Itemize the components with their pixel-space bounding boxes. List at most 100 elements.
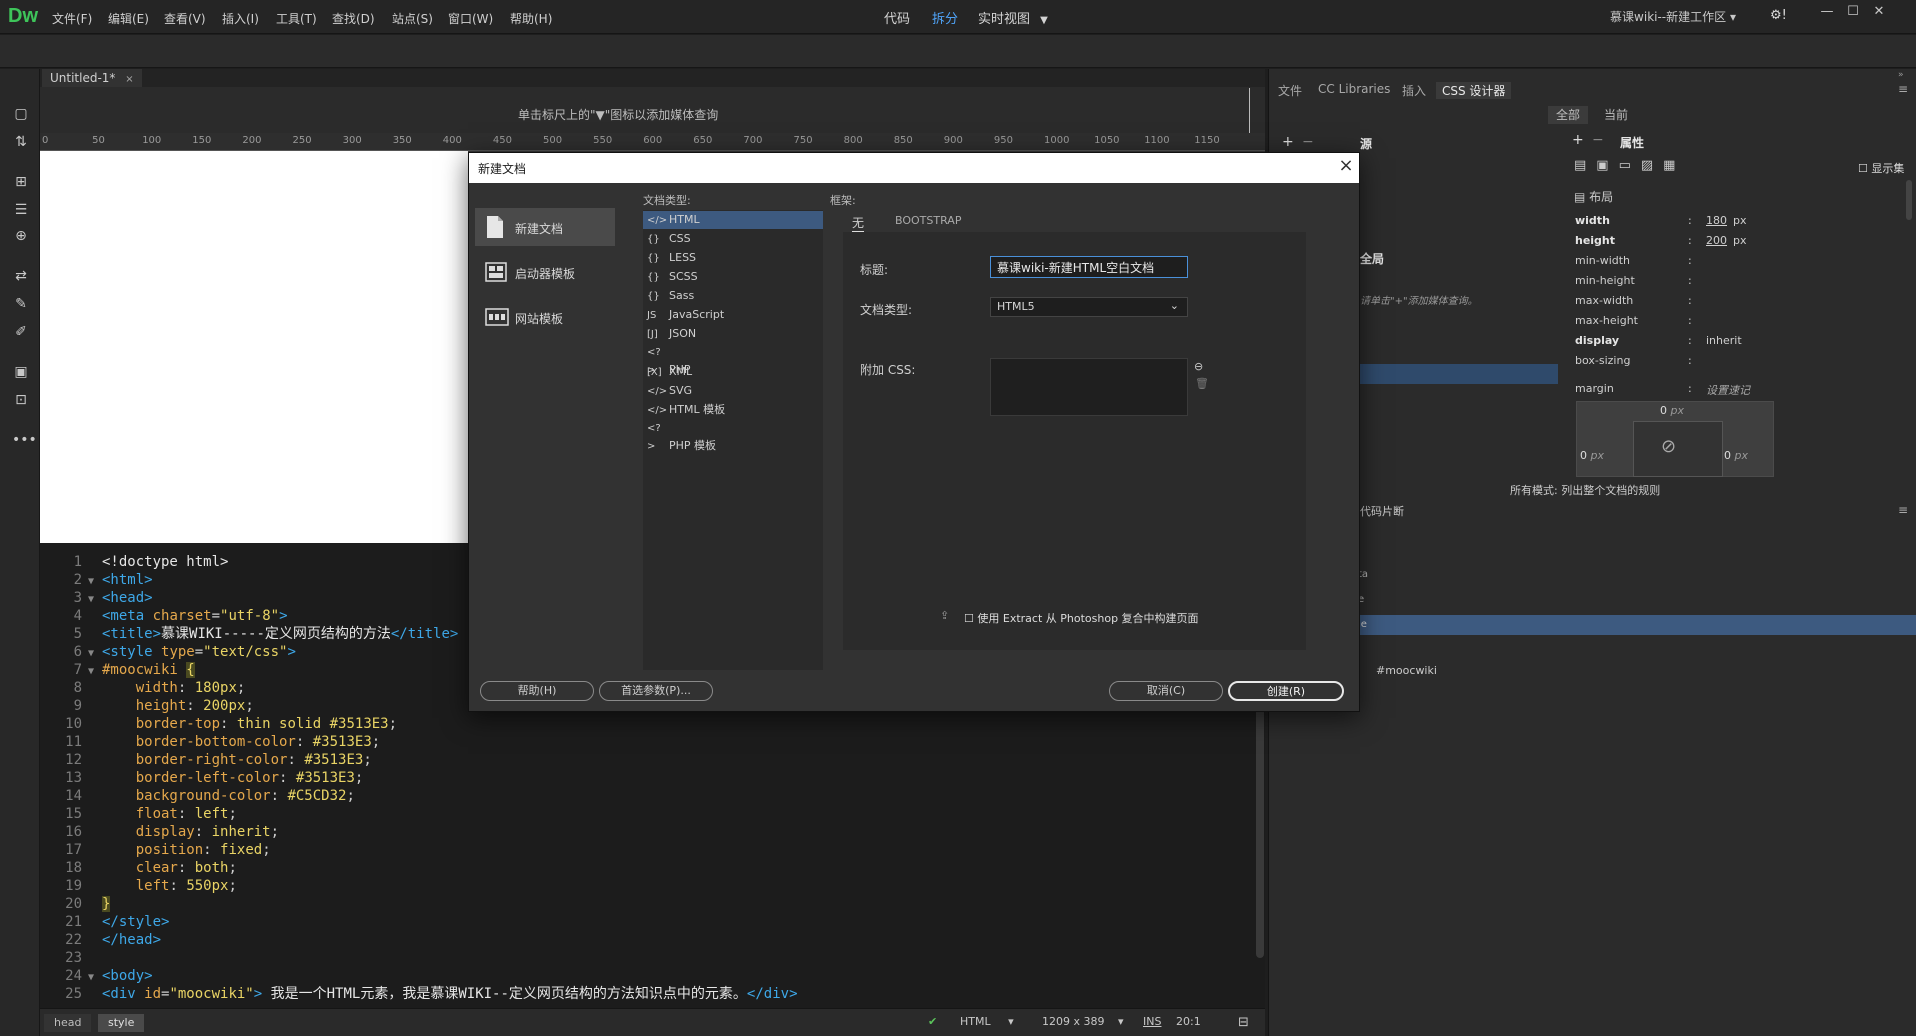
menu-item[interactable]: 编辑(E)	[108, 10, 149, 27]
doctype-item[interactable]: {} Sass	[643, 287, 823, 305]
margin-right-value[interactable]: 0 px	[1724, 449, 1748, 462]
code-line[interactable]: 12 border-right-color: #3513E3;	[40, 751, 372, 769]
close-window-button[interactable]: ✕	[1868, 4, 1890, 22]
category-starter-templates[interactable]: 启动器模板	[475, 253, 615, 291]
snippet-item[interactable]: #moocwiki	[1376, 664, 1437, 677]
link-css-icon[interactable]: ⊖	[1194, 360, 1203, 373]
prop-width-value[interactable]: 180 px	[1706, 214, 1747, 227]
tab-insert[interactable]: 插入	[1402, 82, 1426, 99]
split-view-button[interactable]: 拆分	[932, 8, 958, 27]
margin-shorthand-hint[interactable]: 设置速记	[1706, 382, 1750, 398]
menu-item[interactable]: 插入(I)	[222, 10, 259, 27]
design-view[interactable]	[40, 151, 468, 543]
add-property-icon[interactable]: +	[1572, 132, 1584, 148]
document-tab[interactable]: Untitled-1* ×	[42, 69, 142, 87]
attach-css-list[interactable]	[990, 358, 1188, 416]
minimize-button[interactable]: —	[1816, 4, 1838, 22]
subtab-current[interactable]: 当前	[1596, 106, 1636, 124]
code-line[interactable]: 24 ▼ <body>	[40, 967, 152, 985]
menu-item[interactable]: 查找(D)	[332, 10, 375, 27]
code-line[interactable]: 3 ▼ <head>	[40, 589, 153, 607]
margin-top-value[interactable]: 0 px	[1660, 404, 1684, 417]
brush-icon[interactable]: ✐	[12, 324, 30, 342]
code-line[interactable]: 6 ▼ <style type="text/css">	[40, 643, 296, 661]
code-line[interactable]: 7 ▼ #moocwiki {	[40, 661, 195, 679]
selected-snippet-row[interactable]	[1356, 615, 1916, 635]
doctype-item[interactable]: {} LESS	[643, 249, 823, 267]
category-new-document[interactable]: 新建文档	[475, 208, 615, 246]
breadcrumb-head[interactable]: head	[44, 1014, 92, 1032]
code-line[interactable]: 2 ▼ <html>	[40, 571, 153, 589]
remove-source-icon[interactable]: −	[1302, 134, 1314, 150]
doctype-item[interactable]: </> HTML 模板	[643, 401, 823, 419]
code-line[interactable]: 15 float: left;	[40, 805, 237, 823]
inspect-icon[interactable]: ⊞	[12, 174, 30, 192]
sort-icon[interactable]: ⇅	[12, 134, 30, 152]
panel-menu-icon[interactable]: ≡	[1898, 82, 1908, 96]
remove-property-icon[interactable]: −	[1592, 132, 1604, 148]
code-line[interactable]: 16 display: inherit;	[40, 823, 279, 841]
prop-min-height-value[interactable]	[1706, 274, 1712, 287]
preview-icon[interactable]: ⊟	[1238, 1015, 1249, 1030]
prop-box-sizing-value[interactable]	[1706, 354, 1712, 367]
doctype-item[interactable]: JS JavaScript	[643, 306, 823, 324]
code-line[interactable]: 5 <title>慕课WIKI-----定义网页结构的方法</title>	[40, 625, 459, 643]
wand-icon[interactable]: ✎	[12, 296, 30, 314]
code-line[interactable]: 4 <meta charset="utf-8">	[40, 607, 288, 625]
code-line[interactable]: 10 border-top: thin solid #3513E3;	[40, 715, 397, 733]
live-view-button[interactable]: 实时视图 ▼	[978, 8, 1048, 27]
prop-height-value[interactable]: 200 px	[1706, 234, 1747, 247]
code-line[interactable]: 11 border-bottom-color: #3513E3;	[40, 733, 380, 751]
subtab-all[interactable]: 全部	[1548, 106, 1589, 124]
code-line[interactable]: 22 </head>	[40, 931, 161, 949]
global-media-item[interactable]: 全局	[1360, 250, 1384, 267]
extract-checkbox[interactable]: ☐ 使用 Extract 从 Photoshop 复合中构建页面	[964, 610, 1199, 626]
menu-item[interactable]: 帮助(H)	[510, 10, 552, 27]
tab-files[interactable]: 文件	[1278, 82, 1302, 99]
code-line[interactable]: 14 background-color: #C5CD32;	[40, 787, 355, 805]
code-line[interactable]: 25 <div id="moocwiki"> 我是一个HTML元素，我是慕课WIK…	[40, 985, 797, 1003]
collapse-icon[interactable]: »	[1898, 70, 1904, 80]
window-size-select[interactable]: 1209 x 389 ▾	[1042, 1015, 1124, 1028]
link-icon[interactable]: ⊘	[1661, 436, 1676, 457]
property-category-icons[interactable]: ▤▣▭▨▦	[1574, 158, 1685, 173]
selected-selector-row[interactable]	[1356, 364, 1558, 384]
doctype-item[interactable]: [J] JSON	[643, 325, 823, 343]
menu-item[interactable]: 查看(V)	[164, 10, 206, 27]
menu-item[interactable]: 窗口(W)	[448, 10, 493, 27]
code-line[interactable]: 13 border-left-color: #3513E3;	[40, 769, 363, 787]
menu-item[interactable]: 工具(T)	[276, 10, 317, 27]
workspace-switcher[interactable]: 慕课wiki--新建工作区 ▾	[1610, 8, 1736, 25]
show-set-checkbox[interactable]: ☐ 显示集	[1858, 160, 1904, 176]
file-icon[interactable]: ▢	[12, 106, 30, 124]
insert-mode[interactable]: INS	[1143, 1015, 1161, 1028]
doctype-item[interactable]: {} SCSS	[643, 268, 823, 286]
list-icon[interactable]: ☰	[12, 202, 30, 220]
add-source-icon[interactable]: +	[1282, 134, 1294, 150]
maximize-button[interactable]: ☐	[1842, 4, 1864, 22]
expand-icon[interactable]: ⇄	[12, 268, 30, 286]
frame-tab-none[interactable]: 无	[852, 214, 865, 232]
code-line[interactable]: 21 </style>	[40, 913, 169, 931]
prop-min-width-value[interactable]	[1706, 254, 1712, 267]
code-line[interactable]: 20}	[40, 895, 111, 913]
breadcrumb-style[interactable]: style	[98, 1014, 145, 1032]
prop-max-height-value[interactable]	[1706, 314, 1712, 327]
doctype-item[interactable]: [X] XML	[643, 363, 823, 381]
code-line[interactable]: 1 <!doctype html>	[40, 553, 229, 571]
dialog-close-button[interactable]: ×	[1336, 155, 1356, 179]
comment-icon[interactable]: ▣	[12, 364, 30, 382]
close-icon[interactable]: ×	[125, 74, 133, 85]
template-icon[interactable]: ⊡	[12, 392, 30, 410]
code-line[interactable]: 17 position: fixed;	[40, 841, 270, 859]
margin-left-value[interactable]: 0 px	[1580, 449, 1604, 462]
cancel-button[interactable]: 取消(C)	[1109, 681, 1223, 701]
code-line[interactable]: 19 left: 550px;	[40, 877, 237, 895]
frame-tab-bootstrap[interactable]: BOOTSTRAP	[895, 214, 961, 227]
prop-display-value[interactable]: inherit	[1706, 334, 1748, 347]
code-line[interactable]: 8 width: 180px;	[40, 679, 246, 697]
code-line[interactable]: 9 height: 200px;	[40, 697, 254, 715]
code-view-button[interactable]: 代码	[884, 8, 910, 27]
doctype-item[interactable]: <?> PHP 模板	[643, 420, 823, 452]
more-icon[interactable]: •••	[12, 432, 37, 450]
